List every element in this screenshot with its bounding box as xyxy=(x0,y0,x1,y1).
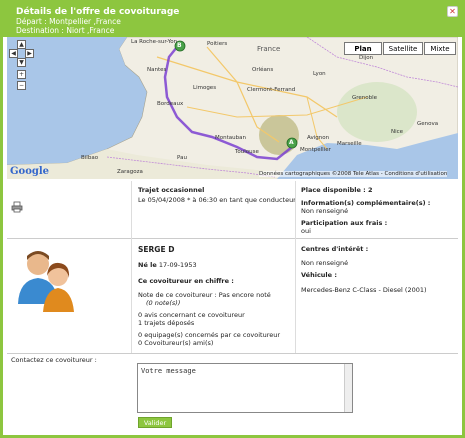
pan-up-button[interactable]: ▲ xyxy=(17,40,26,49)
map-label: Montpellier xyxy=(300,147,331,153)
close-icon: ✕ xyxy=(449,6,456,16)
driver-name: SERGE D xyxy=(138,245,175,254)
divider xyxy=(7,238,458,239)
interests-label: Centres d'intérêt : xyxy=(301,245,369,253)
driver-birth: Né le 17-09-1953 xyxy=(138,261,197,269)
message-placeholder: Votre message xyxy=(141,367,196,375)
map-label: Clermont-Ferrand xyxy=(247,87,296,93)
map-label: Bordeaux xyxy=(157,101,184,107)
map-label: Orléans xyxy=(252,67,274,73)
map-label: Montauban xyxy=(215,135,246,141)
map-label: Zaragoza xyxy=(117,169,143,175)
participation-label: Participation aux frais : xyxy=(301,219,388,227)
interests-value: Non renseigné xyxy=(301,259,349,267)
user-avatar-icon xyxy=(18,251,74,312)
window-header: Détails de l'offre de covoiturage Départ… xyxy=(3,3,462,37)
route-map[interactable]: A B La Roche-sur-Yon Poitiers France Nan… xyxy=(7,37,458,179)
map-label: France xyxy=(257,45,281,53)
map-label: Grenoble xyxy=(352,95,378,101)
vehicle-value: Mercedes-Benz C-Class - Diesel (2001) xyxy=(301,286,427,294)
note-count: (0 note(s)) xyxy=(146,299,181,307)
close-button[interactable]: ✕ xyxy=(447,6,458,17)
map-label: Poitiers xyxy=(207,41,228,47)
teams-count: 0 equipage(s) concernés par ce covoiture… xyxy=(138,331,281,339)
print-icon[interactable] xyxy=(11,201,23,213)
map-label: Toulouse xyxy=(235,149,259,155)
copyright-text: ©2008 Tele Atlas - Conditions d'utilisat… xyxy=(331,171,448,177)
places-value: 2 xyxy=(368,186,373,194)
column-divider xyxy=(131,181,132,353)
map-label: Lyon xyxy=(313,71,326,77)
pan-down-button[interactable]: ▼ xyxy=(17,58,26,67)
contact-label: Contactez ce covoitureur : xyxy=(11,356,97,364)
info-label: Information(s) complémentaire(s) : xyxy=(301,199,431,207)
divider xyxy=(7,353,458,354)
map-label: Avignon xyxy=(307,135,330,141)
trips-count: 1 trajets déposés xyxy=(138,319,195,327)
map-label: Limoges xyxy=(193,85,217,91)
pan-left-button[interactable]: ◀ xyxy=(9,49,18,58)
reviews-count: 0 avis concernant ce covoitureur xyxy=(138,311,245,319)
offer-window: Détails de l'offre de covoiturage Départ… xyxy=(0,0,465,438)
column-divider xyxy=(295,181,296,353)
friends-count: 0 Covoitureur(s) ami(s) xyxy=(138,339,214,347)
vehicle-label: Véhicule : xyxy=(301,271,337,279)
send-button[interactable]: Valider xyxy=(138,417,172,428)
map-label: Marseille xyxy=(337,141,362,147)
figures-label: Ce covoitureur en chiffre : xyxy=(138,277,234,285)
trip-type: Trajet occasionnel xyxy=(138,186,205,194)
map-type-plan-button[interactable]: Plan xyxy=(344,42,382,55)
map-label: La Roche-sur-Yon xyxy=(131,39,178,45)
map-type-satellite-button[interactable]: Satellite xyxy=(383,42,423,55)
zoom-in-button[interactable]: + xyxy=(17,70,26,79)
participation-value: oui xyxy=(301,227,311,235)
zoom-out-button[interactable]: − xyxy=(17,81,26,90)
message-scrollbar[interactable] xyxy=(344,364,352,412)
window-title: Détails de l'offre de covoiturage xyxy=(16,7,180,17)
places-label: Place disponible : 2 xyxy=(301,186,373,194)
map-label: Nice xyxy=(391,129,404,135)
marker-b-label: B xyxy=(177,42,182,49)
info-value: Non renseigné xyxy=(301,207,349,215)
map-label: Bilbao xyxy=(81,155,99,161)
note-text: Note de ce covoitureur : Pas encore noté xyxy=(138,291,271,299)
map-copyright: Données cartographiques ©2008 Tele Atlas… xyxy=(259,171,448,177)
places-label-text: Place disponible : xyxy=(301,186,366,194)
marker-a-label: A xyxy=(289,139,294,146)
google-logo-text: Google xyxy=(10,166,50,177)
message-textarea[interactable]: Votre message xyxy=(137,363,353,413)
trip-date: Le 05/04/2008 * à 06:30 en tant que cond… xyxy=(138,196,296,204)
map-canvas xyxy=(7,37,458,179)
google-logo: Google xyxy=(10,166,49,177)
destination-text: Destination : Niort ,France xyxy=(16,26,115,35)
map-type-mixte-button[interactable]: Mixte xyxy=(424,42,456,55)
birth-label: Né le xyxy=(138,261,157,269)
map-label: Genova xyxy=(417,121,439,127)
birth-value: 17-09-1953 xyxy=(158,261,197,269)
map-label: Pau xyxy=(177,155,187,161)
departure-text: Départ : Montpellier ,France xyxy=(16,17,121,26)
pan-right-button[interactable]: ▶ xyxy=(25,49,34,58)
copyright-prefix: Données cartographiques xyxy=(259,171,330,177)
map-label: Nantes xyxy=(147,67,167,73)
map-label: Dijon xyxy=(359,55,374,61)
